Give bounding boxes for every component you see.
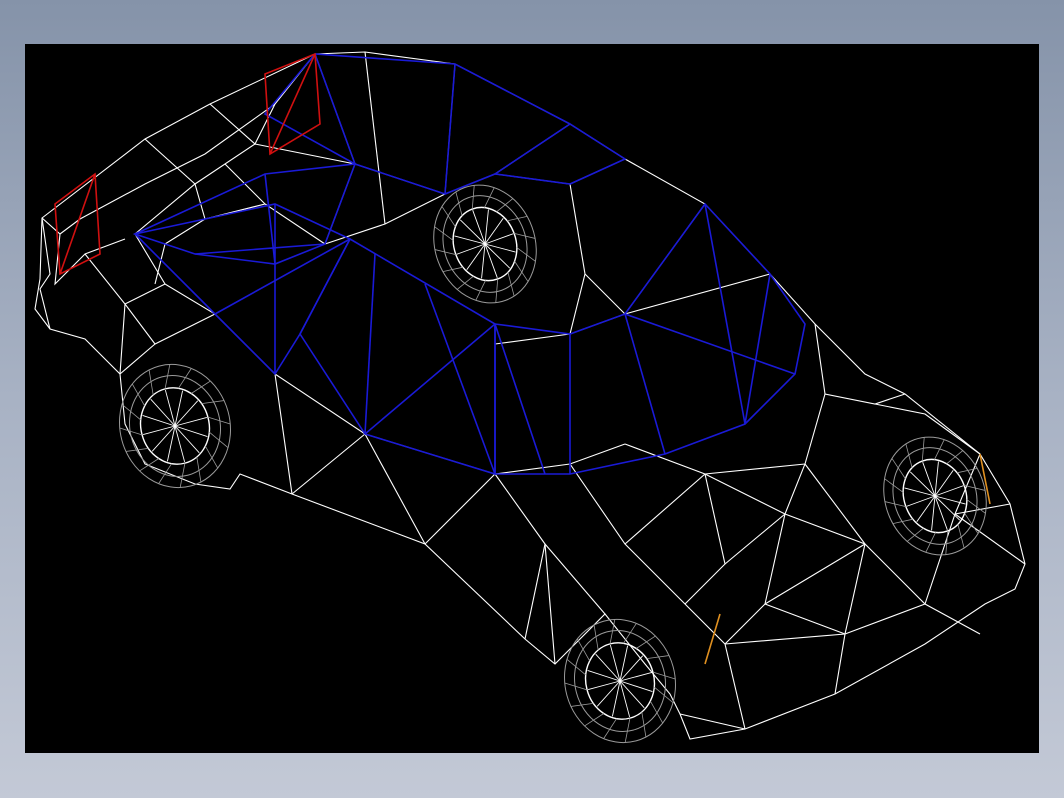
rear-window bbox=[132, 163, 357, 265]
car-wireframe-model bbox=[34, 51, 1026, 744]
cad-viewport[interactable] bbox=[25, 44, 1039, 753]
wheel-front-right bbox=[883, 436, 987, 556]
body-shell bbox=[34, 51, 1026, 740]
wheel-rear-right bbox=[433, 184, 537, 304]
glass-panels bbox=[132, 53, 806, 476]
wheel-front-left bbox=[564, 618, 676, 744]
side-window-front bbox=[299, 237, 496, 476]
side-window-rear bbox=[133, 203, 352, 376]
tail-light-edges bbox=[54, 52, 321, 276]
wheels bbox=[119, 184, 987, 744]
